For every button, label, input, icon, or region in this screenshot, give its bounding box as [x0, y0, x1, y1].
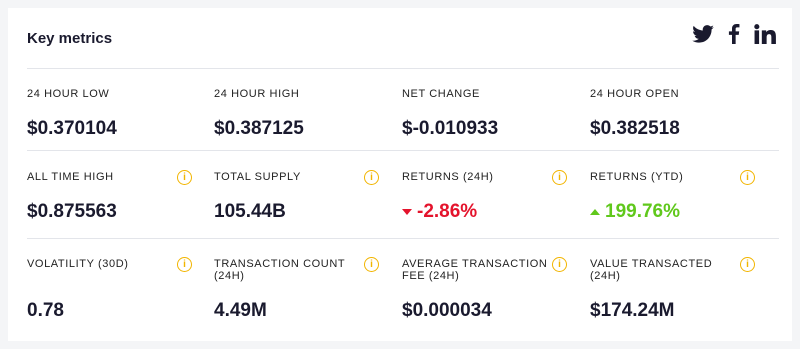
social-share — [692, 24, 776, 44]
metric-label: NET CHANGE — [402, 88, 480, 100]
metric-cell: 24 HOUR LOW $0.370104 — [27, 88, 195, 158]
metric-value-text: 199.76% — [605, 201, 681, 222]
metric-label: TRANSACTION COUNT (24H) — [214, 258, 346, 282]
metric-value: $0.387125 — [214, 118, 304, 140]
metric-value: $0.000034 — [402, 300, 492, 322]
caret-up-icon — [590, 208, 600, 215]
metric-label: RETURNS (YTD) — [590, 171, 684, 183]
metric-label: AVERAGE TRANSACTION FEE (24H) — [402, 258, 548, 282]
metric-value: $0.370104 — [27, 118, 117, 140]
metric-cell: RETURNS (24H) i -2.86% — [402, 170, 570, 241]
caret-down-icon — [402, 208, 412, 215]
info-icon[interactable]: i — [552, 257, 567, 272]
metric-value-text: $0.387125 — [214, 118, 304, 139]
info-icon[interactable]: i — [177, 170, 192, 185]
metric-cell: VOLATILITY (30D) i 0.78 — [27, 257, 195, 328]
metric-value: 4.49M — [214, 300, 267, 322]
metric-value-text: $-0.010933 — [402, 118, 499, 139]
metric-label: TOTAL SUPPLY — [214, 171, 301, 183]
metric-value-text: 4.49M — [214, 300, 267, 321]
metric-value: $174.24M — [590, 300, 675, 322]
info-icon[interactable]: i — [364, 170, 379, 185]
metric-label: 24 HOUR OPEN — [590, 88, 680, 100]
header-divider — [27, 68, 779, 69]
metric-value: 0.78 — [27, 300, 64, 322]
metric-label: 24 HOUR LOW — [27, 88, 110, 100]
metric-cell: RETURNS (YTD) i 199.76% — [590, 170, 758, 241]
metric-value: $-0.010933 — [402, 118, 498, 140]
linkedin-icon[interactable] — [754, 24, 776, 44]
info-icon[interactable]: i — [364, 257, 379, 272]
metric-label: VOLATILITY (30D) — [27, 258, 129, 270]
metric-cell: TOTAL SUPPLY i 105.44B — [214, 170, 382, 241]
card-title: Key metrics — [27, 30, 113, 47]
metric-cell: AVERAGE TRANSACTION FEE (24H) i $0.000034 — [402, 257, 570, 328]
info-icon[interactable]: i — [740, 170, 755, 185]
metric-cell: 24 HOUR OPEN $0.382518 — [590, 88, 758, 158]
info-icon[interactable]: i — [552, 170, 567, 185]
metric-value: $0.382518 — [590, 118, 680, 140]
info-icon[interactable]: i — [177, 257, 192, 272]
metric-value: 199.76% — [590, 201, 680, 223]
metric-cell: NET CHANGE $-0.010933 — [402, 88, 570, 158]
metric-value: -2.86% — [402, 201, 477, 223]
metric-label: VALUE TRANSACTED (24H) — [590, 258, 713, 282]
metric-value-text: $174.24M — [590, 300, 675, 321]
metric-value-text: -2.86% — [417, 201, 478, 222]
metric-cell: 24 HOUR HIGH $0.387125 — [214, 88, 382, 158]
metric-cell: TRANSACTION COUNT (24H) i 4.49M — [214, 257, 382, 328]
metric-value-text: 105.44B — [214, 201, 286, 222]
metric-value: $0.875563 — [27, 201, 117, 223]
card-header: Key metrics — [8, 8, 792, 68]
metric-cell: ALL TIME HIGH i $0.875563 — [27, 170, 195, 241]
metric-value-text: $0.382518 — [590, 118, 680, 139]
facebook-icon[interactable] — [728, 24, 740, 44]
metric-label: 24 HOUR HIGH — [214, 88, 300, 100]
metric-value: 105.44B — [214, 201, 286, 223]
metric-value-text: 0.78 — [27, 300, 64, 321]
metric-value-text: $0.370104 — [27, 118, 117, 139]
info-icon[interactable]: i — [740, 257, 755, 272]
metric-cell: VALUE TRANSACTED (24H) i $174.24M — [590, 257, 758, 328]
metric-value-text: $0.875563 — [27, 201, 117, 222]
metric-value-text: $0.000034 — [402, 300, 492, 321]
key-metrics-card: Key metrics 24 HOUR LOW $0.370104 24 HOU… — [8, 8, 792, 341]
twitter-icon[interactable] — [692, 25, 714, 43]
metric-label: RETURNS (24H) — [402, 171, 494, 183]
metric-label: ALL TIME HIGH — [27, 171, 114, 183]
